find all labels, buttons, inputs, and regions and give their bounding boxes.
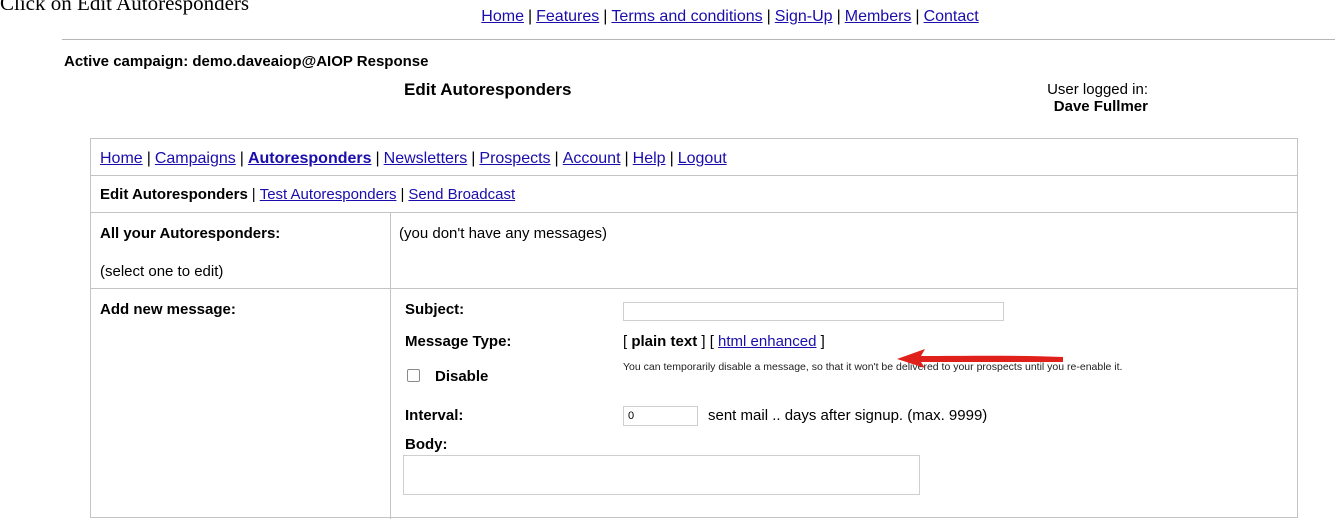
body-textarea[interactable]: [403, 455, 920, 495]
subject-input[interactable]: [623, 302, 1004, 321]
top-nav-contact[interactable]: Contact: [924, 8, 979, 25]
interval-label: Interval:: [405, 407, 464, 424]
user-label: User logged in:: [1047, 81, 1148, 98]
top-nav-signup[interactable]: Sign-Up: [775, 8, 833, 25]
main-nav-autoresponders[interactable]: Autoresponders: [248, 150, 372, 167]
disable-checkbox[interactable]: [407, 369, 420, 382]
main-nav-newsletters[interactable]: Newsletters: [384, 150, 468, 167]
list-hint: (select one to edit): [100, 263, 224, 280]
autoresponder-panel: Home | Campaigns | Autoresponders | Newsletter…: [90, 138, 1298, 519]
empty-messages: (you don't have any messages): [399, 225, 607, 242]
sub-nav-test-autoresponders[interactable]: Test Autoresponders: [260, 186, 397, 203]
main-nav-logout[interactable]: Logout: [678, 150, 727, 167]
user-info: User logged in: Dave Fullmer: [1013, 81, 1148, 115]
message-type-html-link[interactable]: html enhanced: [718, 333, 816, 350]
main-nav-account[interactable]: Account: [563, 150, 621, 167]
body-label: Body:: [405, 436, 448, 453]
top-nav-features[interactable]: Features: [536, 8, 599, 25]
top-nav-members[interactable]: Members: [845, 8, 912, 25]
message-type-plain[interactable]: plain text: [631, 333, 697, 350]
message-type-label: Message Type:: [405, 333, 512, 350]
autoresponder-list-label-cell: All your Autoresponders: (select one to …: [91, 213, 391, 288]
top-nav-terms[interactable]: Terms and conditions: [611, 8, 762, 25]
main-nav-home[interactable]: Home: [100, 150, 143, 167]
add-message-row: Add new message: Subject: Message Type: …: [91, 289, 1297, 519]
sub-nav-send-broadcast[interactable]: Send Broadcast: [408, 186, 515, 203]
list-title: All your Autoresponders:: [100, 225, 281, 242]
sub-nav: Edit Autoresponders | Test Autoresponders |…: [91, 176, 1297, 213]
add-message-title: Add new message:: [100, 301, 236, 318]
top-nav-home[interactable]: Home: [481, 8, 524, 25]
main-nav: Home | Campaigns | Autoresponders | Newsletter…: [91, 139, 1297, 176]
subject-label: Subject:: [405, 301, 465, 318]
message-type-options: [ plain text ] [ html enhanced ]: [623, 333, 825, 350]
page-title: Edit Autoresponders: [404, 80, 572, 99]
main-nav-help[interactable]: Help: [633, 150, 666, 167]
user-name: Dave Fullmer: [1053, 98, 1148, 115]
add-message-label-cell: Add new message:: [91, 289, 391, 519]
main-nav-prospects[interactable]: Prospects: [479, 150, 550, 167]
autoresponder-list-row: All your Autoresponders: (select one to …: [91, 213, 1297, 289]
interval-input[interactable]: 0: [623, 406, 698, 426]
main-nav-campaigns[interactable]: Campaigns: [155, 150, 236, 167]
header-divider: [62, 39, 1335, 40]
top-nav: Home | Features | Terms and conditions | Sign-…: [481, 8, 979, 25]
red-arrow-icon: [897, 349, 1063, 368]
disable-label: Disable: [435, 368, 489, 385]
sub-nav-edit-autoresponders: Edit Autoresponders: [100, 186, 248, 203]
interval-suffix: sent mail .. days after signup. (max. 99…: [708, 407, 988, 424]
active-campaign: Active campaign: demo.daveaiop@AIOP Resp…: [64, 53, 429, 70]
